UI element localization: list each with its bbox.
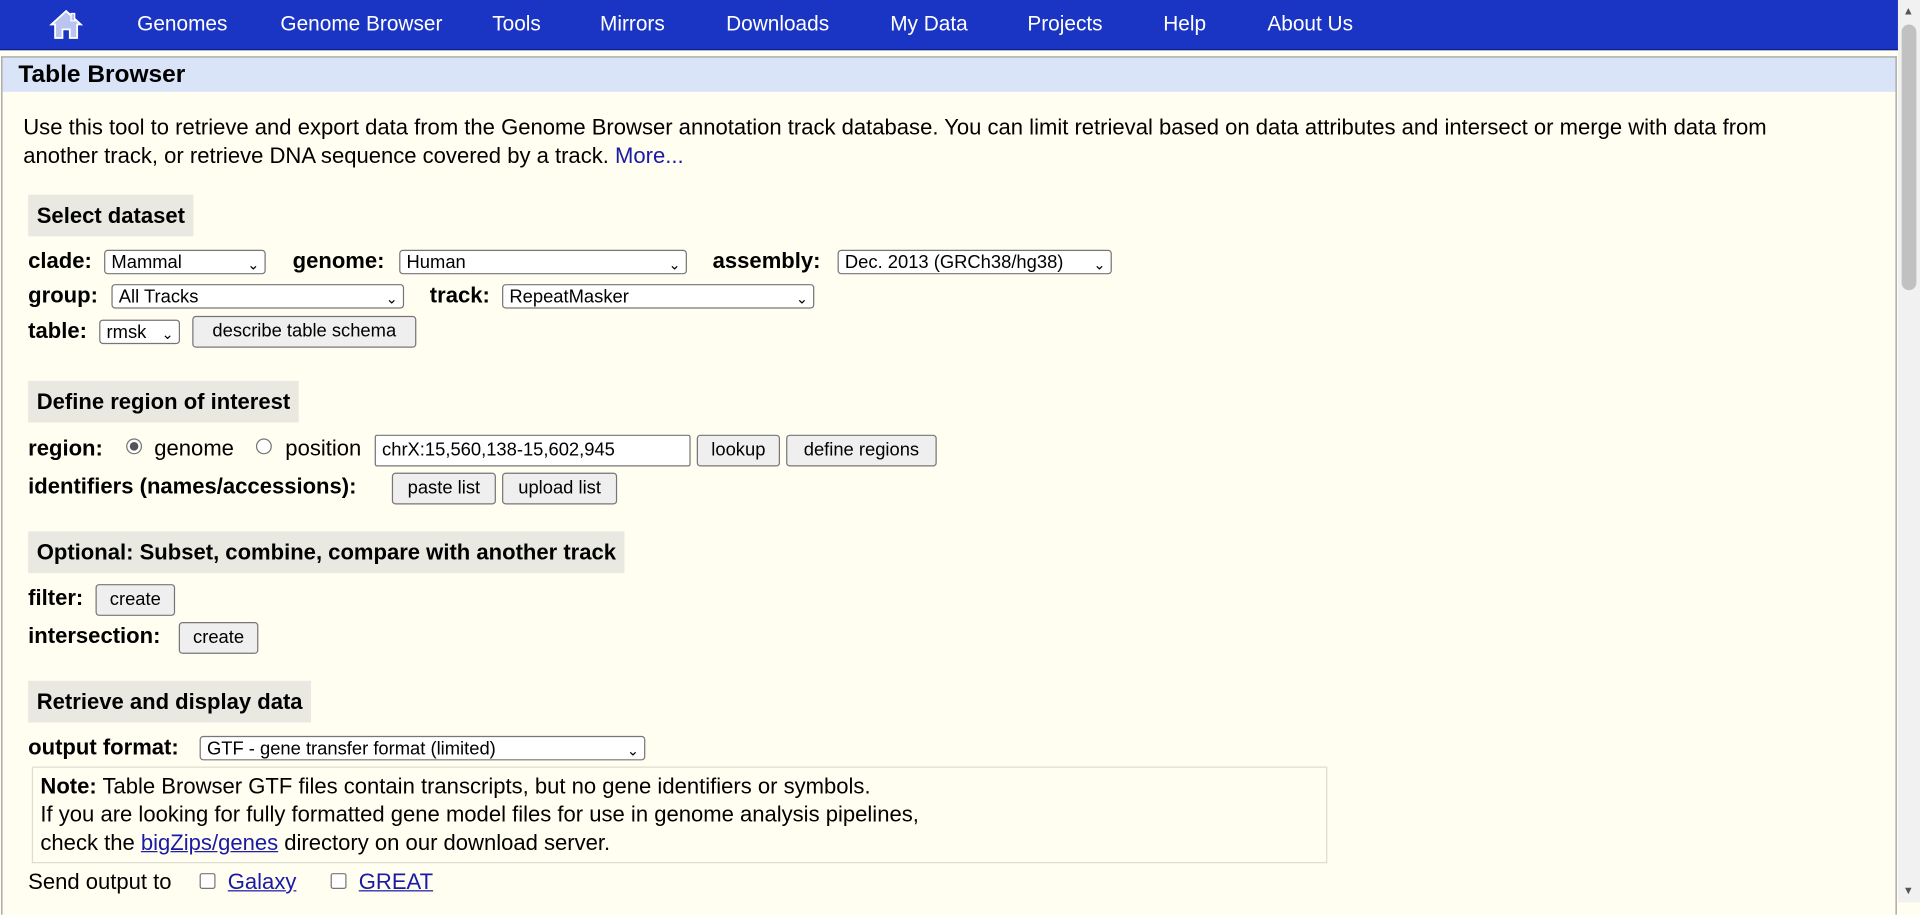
page-title-bar: Table Browser [2,57,1896,92]
assembly-value: Dec. 2013 (GRCh38/hg38) [844,252,1064,274]
group-select[interactable]: All Tracks ⌄ [111,284,405,309]
note-line-1: Note: Table Browser GTF files contain tr… [40,773,1326,801]
galaxy-link[interactable]: Galaxy [228,869,297,895]
chevron-down-icon: ⌄ [1093,255,1106,274]
upload-list-button[interactable]: upload list [502,472,618,505]
clade-value: Mammal [111,252,182,274]
genome-select[interactable]: Human ⌄ [399,249,687,275]
section-optional-subset: Optional: Subset, combine, compare with … [28,531,625,574]
great-link[interactable]: GREAT [359,869,433,895]
assembly-select[interactable]: Dec. 2013 (GRCh38/hg38) ⌄ [837,249,1112,275]
identifiers-label: identifiers (names/accessions): [28,473,357,499]
position-radio[interactable] [255,438,272,455]
page-title: Table Browser [18,61,186,89]
nav-help[interactable]: Help [1163,0,1206,49]
note-text-1: Table Browser GTF files contain transcri… [102,773,871,799]
lookup-button[interactable]: lookup [696,434,781,467]
nav-my-data[interactable]: My Data [890,0,968,49]
nav-projects[interactable]: Projects [1027,0,1102,49]
track-label: track: [429,282,490,308]
note-line-2: If you are looking for fully formatted g… [40,802,919,827]
chevron-down-icon: ⌄ [385,290,398,308]
note-text-3a: check the [40,830,135,855]
galaxy-checkbox[interactable] [199,873,216,889]
clade-label: clade: [28,248,92,274]
paste-list-button[interactable]: paste list [391,472,496,505]
scroll-down-icon[interactable]: ▼ [1903,884,1914,896]
genome-label: genome: [292,248,385,274]
filter-create-button[interactable]: create [95,584,176,616]
table-select[interactable]: rmsk ⌄ [99,319,181,345]
nav-downloads[interactable]: Downloads [726,0,829,49]
note-text-3b: directory on our download server. [284,830,611,855]
vertical-scrollbar[interactable]: ▲ ▼ [1897,0,1920,903]
intersection-create-button[interactable]: create [178,622,259,654]
nav-about-us[interactable]: About Us [1267,0,1353,49]
scroll-up-icon[interactable]: ▲ [1903,5,1914,17]
position-input[interactable]: chrX:15,560,138-15,602,945 [374,434,691,467]
nav-genome-browser[interactable]: Genome Browser [280,0,442,49]
table-value: rmsk [106,322,147,343]
track-value: RepeatMasker [509,286,629,308]
group-value: All Tracks [118,286,199,308]
region-label: region: [28,435,103,461]
output-format-value: GTF - gene transfer format (limited) [206,738,496,760]
chevron-down-icon: ⌄ [626,742,640,760]
gtf-note: Note: Table Browser GTF files contain tr… [31,766,1328,864]
assembly-label: assembly: [712,248,821,274]
note-line-3: check the bigZips/genes directory on our… [40,829,1326,857]
chevron-down-icon: ⌄ [795,290,809,308]
home-icon[interactable] [49,9,84,41]
table-label: table: [28,318,87,343]
section-define-region: Define region of interest [28,380,299,423]
chevron-down-icon: ⌄ [161,325,174,343]
track-select[interactable]: RepeatMasker ⌄ [502,284,815,309]
intro-text: Use this tool to retrieve and export dat… [23,114,1835,170]
define-regions-button[interactable]: define regions [786,434,937,467]
clade-select[interactable]: Mammal ⌄ [104,249,266,275]
section-select-dataset: Select dataset [28,194,194,237]
intersection-label: intersection: [28,623,161,648]
group-label: group: [28,282,98,308]
table-browser-panel: Table Browser Use this tool to retrieve … [1,56,1897,915]
note-bold: Note: [40,773,97,799]
send-output-label: Send output to [28,869,172,894]
scrollbar-thumb[interactable] [1901,24,1917,291]
top-navbar: Genomes Genome Browser Tools Mirrors Dow… [0,0,1898,51]
intro-body: Use this tool to retrieve and export dat… [23,115,1767,168]
bigzips-genes-link[interactable]: bigZips/genes [141,830,278,854]
genome-radio[interactable] [126,438,143,455]
position-radio-label: position [285,435,362,461]
section-retrieve-display: Retrieve and display data [28,680,312,723]
describe-schema-button[interactable]: describe table schema [192,315,417,348]
output-format-select[interactable]: GTF - gene transfer format (limited) ⌄ [199,735,646,761]
genome-value: Human [406,252,466,274]
filter-label: filter: [28,585,84,610]
great-checkbox[interactable] [330,873,347,889]
more-link[interactable]: More... [615,143,684,167]
genome-radio-label: genome [154,435,234,461]
nav-mirrors[interactable]: Mirrors [600,0,665,49]
chevron-down-icon: ⌄ [668,255,681,274]
nav-genomes[interactable]: Genomes [137,0,227,49]
output-format-label: output format: [28,734,179,760]
chevron-down-icon: ⌄ [247,255,260,274]
nav-tools[interactable]: Tools [492,0,541,49]
